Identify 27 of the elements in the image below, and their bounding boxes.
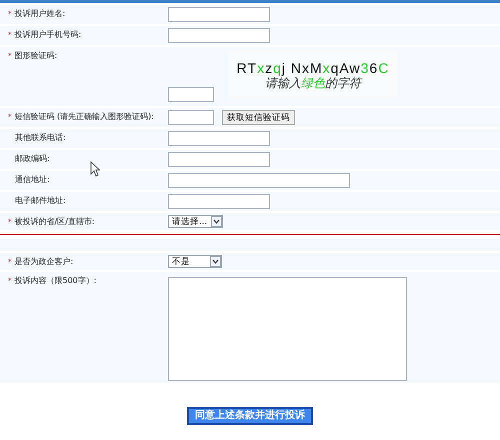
select-dropdown[interactable]: 请选择...: [168, 215, 224, 228]
get-code-button[interactable]: 获取短信验证码: [222, 110, 295, 125]
input-field[interactable]: [168, 110, 214, 125]
field-label: 图形验证码:: [14, 51, 58, 61]
field-label: 通信地址:: [15, 175, 50, 185]
input-field[interactable]: [168, 131, 270, 146]
submit-button[interactable]: 同意上述条款并进行投诉: [187, 407, 313, 425]
field-label: 投诉用户姓名:: [14, 9, 66, 19]
field-label: 投诉内容（限500字）:: [14, 276, 96, 286]
field-label: 被投诉的省/区/直辖市:: [14, 217, 95, 227]
field-label: 电子邮件地址:: [15, 196, 66, 206]
input-field[interactable]: [168, 28, 270, 43]
input-field[interactable]: [168, 173, 350, 188]
input-field[interactable]: [168, 87, 214, 102]
select-dropdown[interactable]: 不是: [168, 255, 222, 268]
textarea-field[interactable]: [168, 277, 407, 381]
field-label: 邮政编码:: [15, 154, 50, 164]
field-label: 短信验证码 (请先正确输入图形验证码):: [14, 112, 154, 122]
caret-icon: [210, 256, 221, 267]
field-label: 是否为政企客户:: [14, 257, 74, 267]
captcha-image: RTxzqj NxMxqAw36C 请输入绿色的字符: [228, 51, 398, 99]
input-field[interactable]: [168, 194, 270, 209]
input-field[interactable]: [168, 7, 270, 22]
caret-icon: [211, 216, 222, 227]
field-label: 其他联系电话:: [15, 133, 66, 143]
input-field[interactable]: [168, 152, 270, 167]
field-label: 投诉用户手机号码:: [14, 30, 82, 40]
